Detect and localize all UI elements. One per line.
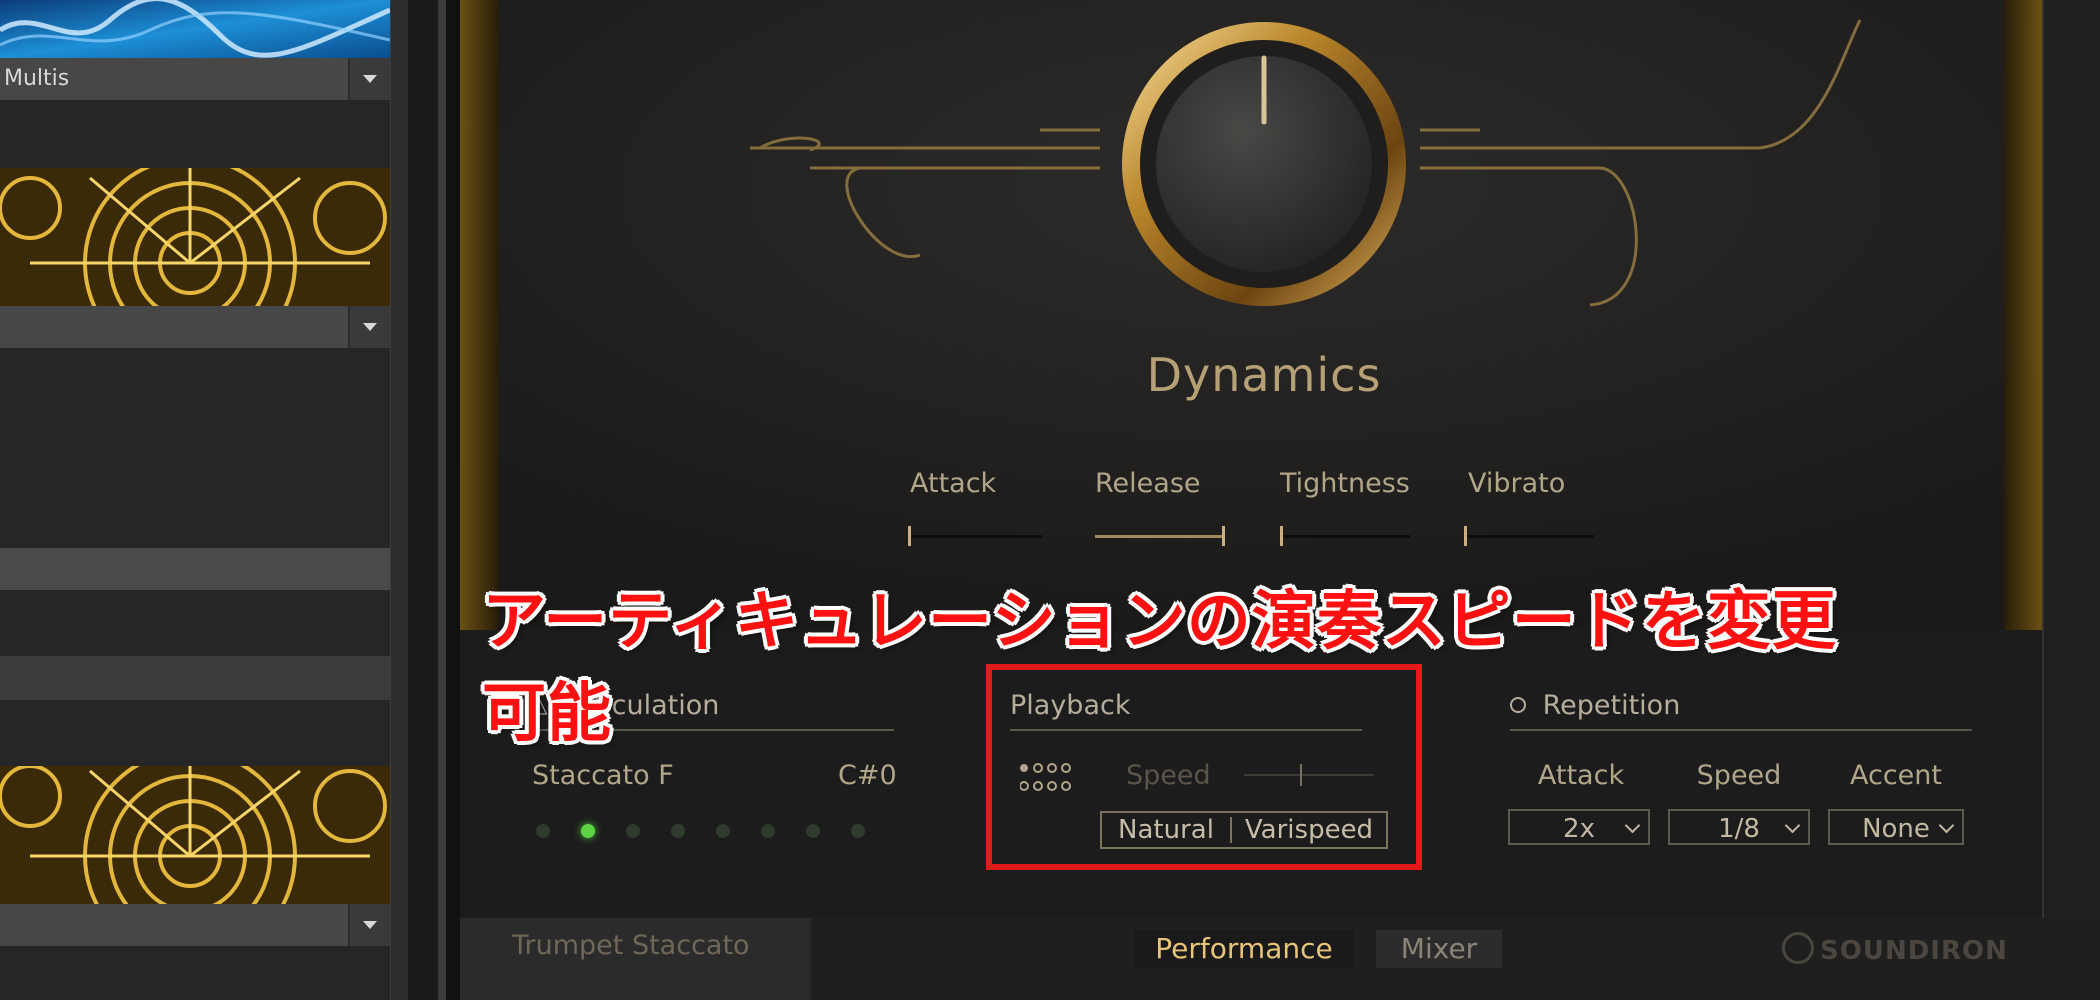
attack-label: Attack bbox=[910, 468, 997, 499]
soundiron-logo-icon bbox=[1782, 932, 1814, 964]
articulation-name[interactable]: Staccato F bbox=[532, 760, 674, 791]
repetition-speed-select[interactable]: 1/8 bbox=[1668, 809, 1810, 845]
articulation-slot-dot[interactable] bbox=[581, 824, 595, 838]
tightness-label: Tightness bbox=[1280, 468, 1410, 499]
library-dropdown-3[interactable] bbox=[0, 904, 390, 946]
tab-performance[interactable]: Performance bbox=[1134, 930, 1354, 968]
multis-label: Multis bbox=[4, 66, 70, 91]
instrument-name: Trumpet Staccato bbox=[512, 930, 750, 961]
repetition-attack-select[interactable]: 2x bbox=[1508, 809, 1650, 845]
articulation-slot-dot[interactable] bbox=[761, 824, 775, 838]
repetition-attack-label: Attack bbox=[1537, 760, 1625, 791]
multis-dropdown[interactable]: Multis bbox=[0, 58, 390, 100]
tightness-slider[interactable] bbox=[1280, 526, 1410, 546]
library-thumbnail-blue[interactable] bbox=[0, 0, 390, 58]
articulation-slot-dot[interactable] bbox=[806, 824, 820, 838]
articulation-slot-dot[interactable] bbox=[626, 824, 640, 838]
browser-scrollbar[interactable] bbox=[390, 0, 409, 1000]
repetition-accent-value: None bbox=[1862, 814, 1930, 844]
library-thumbnail-gold[interactable] bbox=[0, 168, 390, 306]
library-thumbnail-gold-2[interactable] bbox=[0, 766, 390, 904]
vibrato-slider[interactable] bbox=[1464, 526, 1594, 546]
dynamics-label: Dynamics bbox=[1146, 348, 1382, 402]
articulation-slot-dot[interactable] bbox=[716, 824, 730, 838]
tab-mixer[interactable]: Mixer bbox=[1376, 930, 1502, 968]
articulation-slot-dot[interactable] bbox=[851, 824, 865, 838]
dynamics-knob[interactable] bbox=[1118, 18, 1410, 310]
soundiron-logo: SOUNDIRON bbox=[1782, 932, 2008, 968]
chevron-down-icon[interactable] bbox=[348, 904, 390, 946]
library-row[interactable] bbox=[0, 656, 390, 700]
vibrato-label: Vibrato bbox=[1468, 468, 1566, 499]
library-selected-row[interactable] bbox=[0, 548, 390, 590]
repetition-accent-label: Accent bbox=[1850, 760, 1942, 791]
chevron-down-icon[interactable] bbox=[348, 58, 390, 100]
articulation-key: C#0 bbox=[838, 760, 897, 791]
chevron-down-icon bbox=[1938, 817, 1955, 834]
release-slider[interactable] bbox=[1095, 526, 1225, 546]
brand-name: SOUNDIRON bbox=[1820, 936, 2008, 966]
repetition-speed-label: Speed bbox=[1696, 760, 1782, 791]
release-label: Release bbox=[1095, 468, 1201, 499]
articulation-slot-dot[interactable] bbox=[671, 824, 685, 838]
repetition-accent-select[interactable]: None bbox=[1828, 809, 1964, 845]
chevron-down-icon bbox=[1784, 817, 1801, 834]
chevron-down-icon bbox=[1624, 817, 1641, 834]
panel-divider bbox=[408, 0, 438, 1000]
chevron-down-icon[interactable] bbox=[348, 306, 390, 348]
annotation-caption: アーティキュレーションの演奏スピードを変更可能 bbox=[482, 585, 1837, 751]
library-dropdown-2[interactable] bbox=[0, 306, 390, 348]
attack-slider[interactable] bbox=[908, 526, 1042, 546]
repetition-speed-value: 1/8 bbox=[1718, 814, 1760, 844]
repetition-attack-value: 2x bbox=[1563, 814, 1595, 844]
panel-divider bbox=[438, 0, 446, 1000]
right-panel-edge bbox=[2042, 0, 2100, 1000]
panel-divider bbox=[446, 0, 460, 1000]
library-browser-panel: Multis bbox=[0, 0, 390, 1000]
articulation-slot-dot[interactable] bbox=[536, 824, 550, 838]
